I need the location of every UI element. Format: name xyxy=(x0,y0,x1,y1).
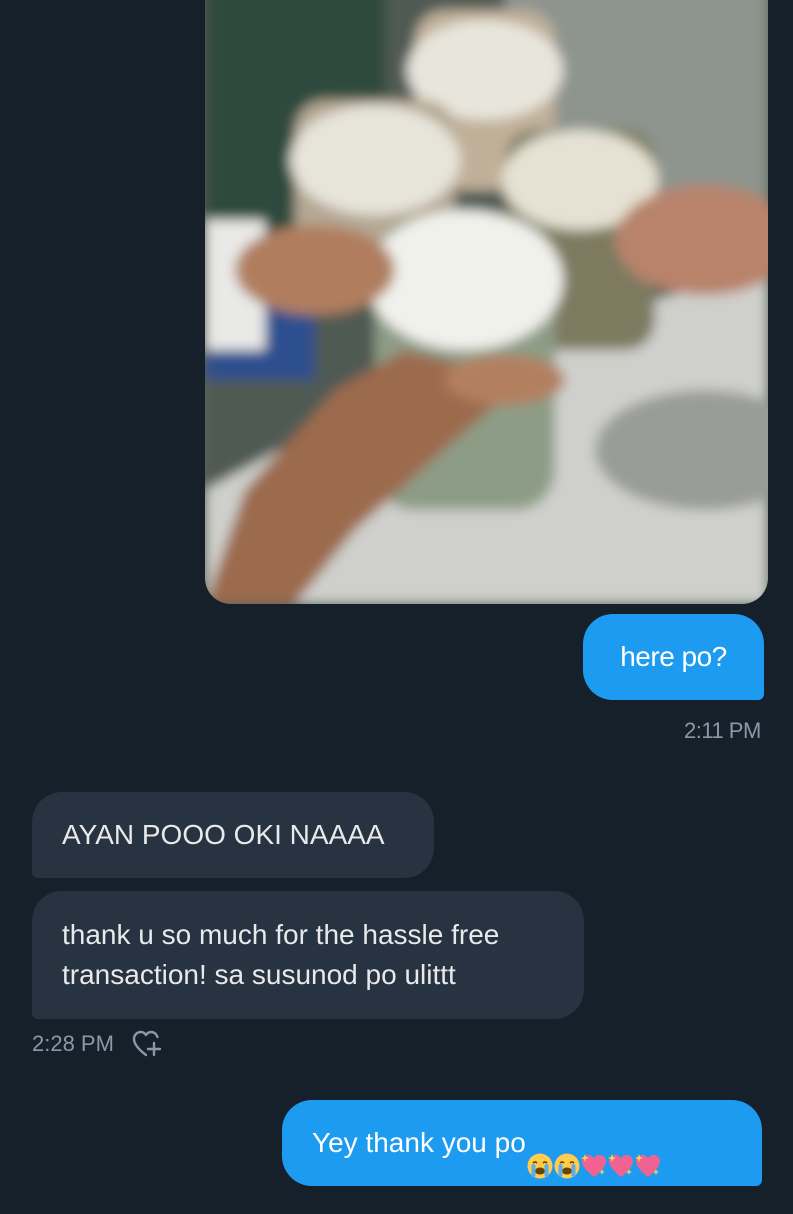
emoji-group xyxy=(526,1098,661,1184)
message-text: AYAN POOO OKI NAAAA xyxy=(62,819,385,850)
message-text: Yey thank you po xyxy=(312,1127,526,1158)
message-outgoing[interactable]: here po? xyxy=(583,614,764,700)
message-outgoing[interactable]: Yey thank you po xyxy=(282,1100,762,1186)
shared-photo[interactable] xyxy=(205,0,768,604)
sparkling-heart-icon xyxy=(634,1128,662,1178)
message-timestamp: 2:28 PM xyxy=(32,1031,114,1056)
message-text: thank u so much for the hassle free tran… xyxy=(62,919,500,990)
loudly-crying-face-icon xyxy=(526,1128,554,1179)
sparkling-heart-icon xyxy=(607,1128,635,1178)
add-reaction-heart-icon[interactable] xyxy=(132,1030,162,1058)
message-text: here po? xyxy=(620,641,727,672)
sparkling-heart-icon xyxy=(580,1128,608,1178)
message-timestamp: 2:11 PM xyxy=(684,718,761,743)
loudly-crying-face-icon xyxy=(553,1128,581,1179)
message-incoming[interactable]: AYAN POOO OKI NAAAA xyxy=(32,792,434,878)
message-incoming[interactable]: thank u so much for the hassle free tran… xyxy=(32,891,584,1019)
